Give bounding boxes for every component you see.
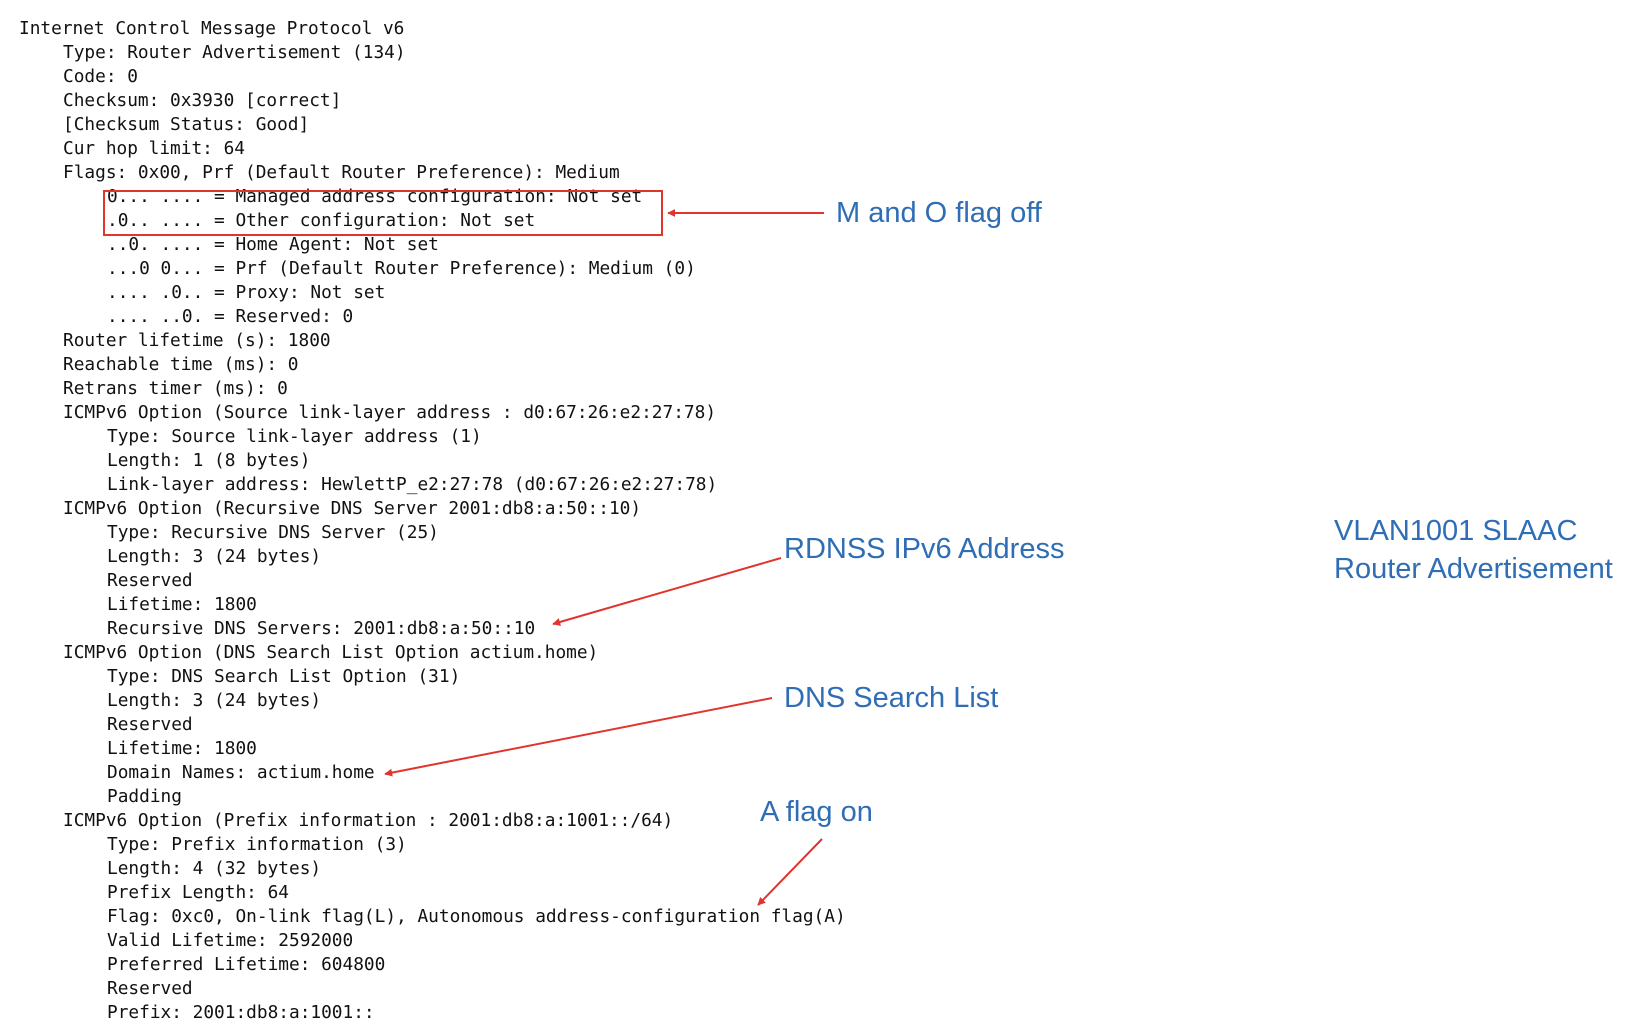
- arrow-rdnss: [552, 557, 782, 626]
- title-line-2: Router Advertisement: [1334, 553, 1613, 585]
- arrow-a-flag: [757, 838, 823, 906]
- callout-mo-flag: M and O flag off: [836, 197, 1042, 229]
- callout-dns-search: DNS Search List: [784, 682, 999, 714]
- callout-a-flag: A flag on: [760, 796, 873, 828]
- callout-rdnss: RDNSS IPv6 Address: [784, 533, 1065, 565]
- title-line-1: VLAN1001 SLAAC: [1334, 515, 1578, 547]
- slide-title: VLAN1001 SLAAC Router Advertisement: [1334, 512, 1613, 588]
- arrow-dns-search: [384, 697, 773, 777]
